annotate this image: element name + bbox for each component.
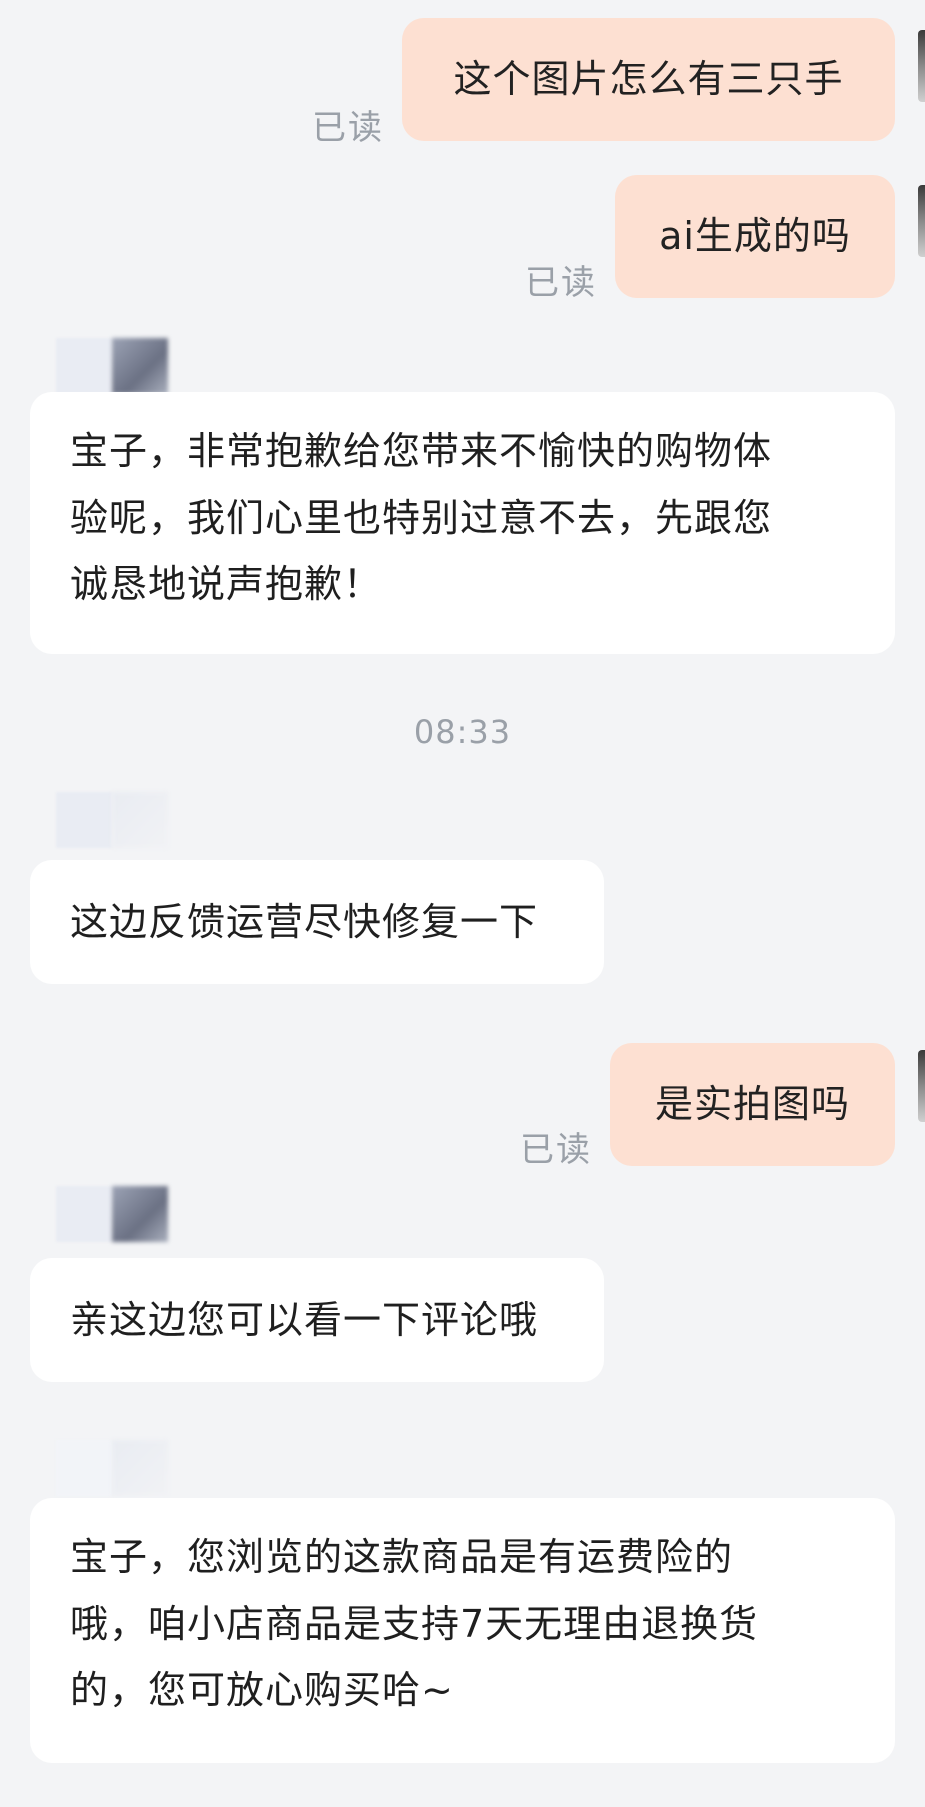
message-text: 是实拍图吗	[654, 1082, 850, 1127]
avatar-right	[112, 338, 168, 394]
user-avatar[interactable]	[918, 185, 925, 257]
avatar-left	[56, 792, 112, 848]
outgoing-message-bubble[interactable]: ai生成的吗	[615, 175, 895, 298]
message-text: 这个图片怎么有三只手	[453, 57, 844, 102]
read-status: 已读	[525, 263, 597, 303]
timestamp: 08:33	[413, 713, 512, 751]
message-line: 宝子，非常抱歉给您带来不愉快的购物体	[70, 429, 773, 473]
avatar-left	[56, 338, 112, 394]
message-line: 诚恳地说声抱歉！	[70, 562, 383, 606]
read-status: 已读	[520, 1130, 592, 1170]
avatar-right	[112, 792, 168, 848]
avatar-right	[112, 1440, 168, 1496]
agent-avatar[interactable]	[56, 1186, 168, 1242]
agent-avatar[interactable]	[56, 338, 168, 394]
user-avatar[interactable]	[918, 30, 925, 102]
incoming-message-bubble[interactable]: 宝子，非常抱歉给您带来不愉快的购物体 验呢，我们心里也特别过意不去，先跟您 诚恳…	[30, 392, 895, 654]
outgoing-message-bubble[interactable]: 是实拍图吗	[610, 1043, 895, 1166]
message-line: 宝子，您浏览的这款商品是有运费险的	[70, 1535, 734, 1579]
avatar-right	[112, 1186, 168, 1242]
avatar-left	[56, 1440, 112, 1496]
avatar-left	[56, 1186, 112, 1242]
message-line: 的，您可放心购买哈~	[70, 1668, 454, 1712]
agent-avatar[interactable]	[56, 792, 168, 848]
incoming-message-bubble[interactable]: 亲这边您可以看一下评论哦	[30, 1258, 604, 1382]
message-text: 这边反馈运营尽快修复一下	[70, 899, 539, 944]
read-status: 已读	[312, 108, 384, 148]
user-avatar[interactable]	[918, 1050, 925, 1122]
incoming-message-bubble[interactable]: 这边反馈运营尽快修复一下	[30, 860, 604, 984]
outgoing-message-bubble[interactable]: 这个图片怎么有三只手	[402, 18, 895, 141]
message-text: ai生成的吗	[659, 214, 851, 259]
message-line: 哦，咱小店商品是支持7天无理由退换货	[70, 1601, 759, 1646]
message-text: 亲这边您可以看一下评论哦	[70, 1297, 539, 1342]
incoming-message-bubble[interactable]: 宝子，您浏览的这款商品是有运费险的 哦，咱小店商品是支持7天无理由退换货 的，您…	[30, 1498, 895, 1763]
message-line: 验呢，我们心里也特别过意不去，先跟您	[70, 495, 773, 540]
agent-avatar[interactable]	[56, 1440, 168, 1496]
